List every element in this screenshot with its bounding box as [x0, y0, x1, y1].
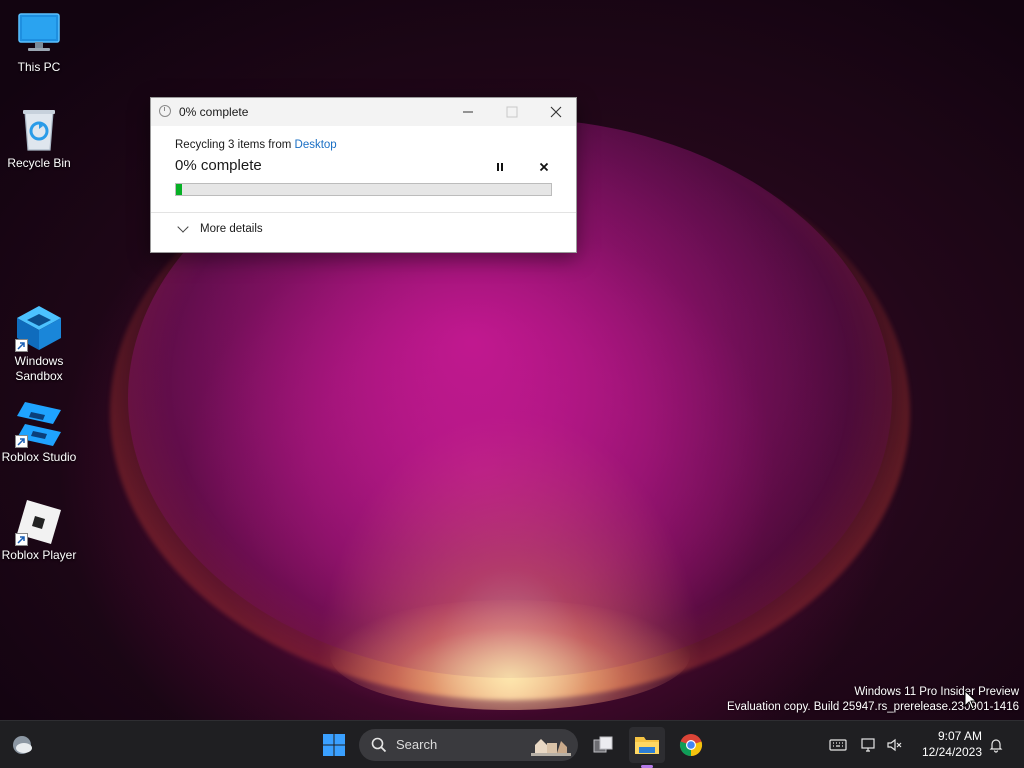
desktop-icon-windows-sandbox[interactable]: Windows Sandbox [0, 304, 79, 384]
taskbar-search-box[interactable]: Search [359, 729, 578, 761]
recycle-progress-dialog: 0% complete Recycling 3 items from Deskt… [150, 97, 577, 253]
recycle-bin-icon [15, 106, 63, 154]
desktop-icon-roblox-player[interactable]: Roblox Player [0, 498, 79, 563]
dialog-titlebar[interactable]: 0% complete [151, 98, 576, 126]
maximize-button [490, 98, 534, 126]
minimize-icon [463, 111, 473, 113]
search-icon [371, 737, 387, 753]
percent-complete: 0% complete [175, 157, 262, 174]
folder-icon [635, 737, 659, 754]
pause-button[interactable] [489, 158, 511, 176]
cancel-icon [539, 162, 549, 172]
source-folder-link[interactable]: Desktop [295, 139, 337, 151]
close-icon [550, 106, 562, 118]
task-view-button[interactable] [585, 727, 621, 763]
shortcut-arrow-icon [15, 435, 28, 448]
dialog-title: 0% complete [179, 105, 249, 119]
notification-bell-icon[interactable] [986, 735, 1006, 755]
operation-prefix: Recycling 3 items from [175, 139, 295, 151]
progress-bar-fill [176, 184, 182, 195]
search-label: Search [396, 737, 438, 752]
more-details-label: More details [200, 223, 263, 235]
shortcut-arrow-icon [15, 533, 28, 546]
clock-icon [159, 105, 171, 117]
close-button[interactable] [534, 98, 578, 126]
desktop-icon-recycle-bin[interactable]: Recycle Bin [0, 106, 79, 171]
desktop-icon-label: Roblox Studio [1, 450, 77, 464]
weather-widget-icon[interactable] [10, 733, 34, 757]
desktop-icon-label: Roblox Player [1, 548, 77, 562]
network-icon[interactable] [859, 735, 879, 755]
desktop-icon-roblox-studio[interactable]: Roblox Studio [0, 400, 79, 465]
taskbar: Search 9:07 AM 12/24/2023 [0, 720, 1024, 768]
monitor-icon [15, 10, 63, 58]
file-explorer-button[interactable] [629, 727, 665, 763]
chevron-down-icon [177, 221, 189, 233]
dialog-separator [151, 212, 576, 213]
cancel-operation-button[interactable] [533, 158, 555, 176]
sandbox-icon [15, 304, 63, 352]
task-view-icon [593, 736, 613, 753]
volume-muted-icon[interactable] [885, 735, 905, 755]
mouse-cursor-icon [964, 690, 978, 710]
shortcut-arrow-icon [15, 339, 28, 352]
roblox-studio-icon [15, 400, 63, 448]
more-details-toggle[interactable]: More details [177, 221, 263, 235]
desktop-icon-label: This PC [17, 60, 61, 74]
roblox-player-icon [15, 498, 63, 546]
desktop-icon-label: Windows Sandbox [14, 354, 64, 383]
chrome-icon [679, 734, 703, 757]
progress-bar [175, 183, 552, 196]
pause-icon [497, 163, 503, 171]
desktop-icon-this-pc[interactable]: This PC [0, 10, 79, 75]
operation-description: Recycling 3 items from Desktop [175, 139, 337, 151]
start-button[interactable] [316, 727, 352, 763]
maximize-icon [506, 106, 518, 118]
clock-date: 12/24/2023 [921, 745, 982, 759]
windows-logo-icon [323, 734, 345, 756]
minimize-button[interactable] [446, 98, 490, 126]
keyboard-icon[interactable] [828, 735, 848, 755]
search-highlight-icon [531, 739, 571, 756]
clock-time: 9:07 AM [937, 729, 982, 743]
taskbar-clock[interactable]: 9:07 AM 12/24/2023 [912, 728, 982, 760]
chrome-button[interactable] [673, 727, 709, 763]
wallpaper-glow [330, 600, 690, 710]
desktop-icon-label: Recycle Bin [7, 156, 71, 170]
